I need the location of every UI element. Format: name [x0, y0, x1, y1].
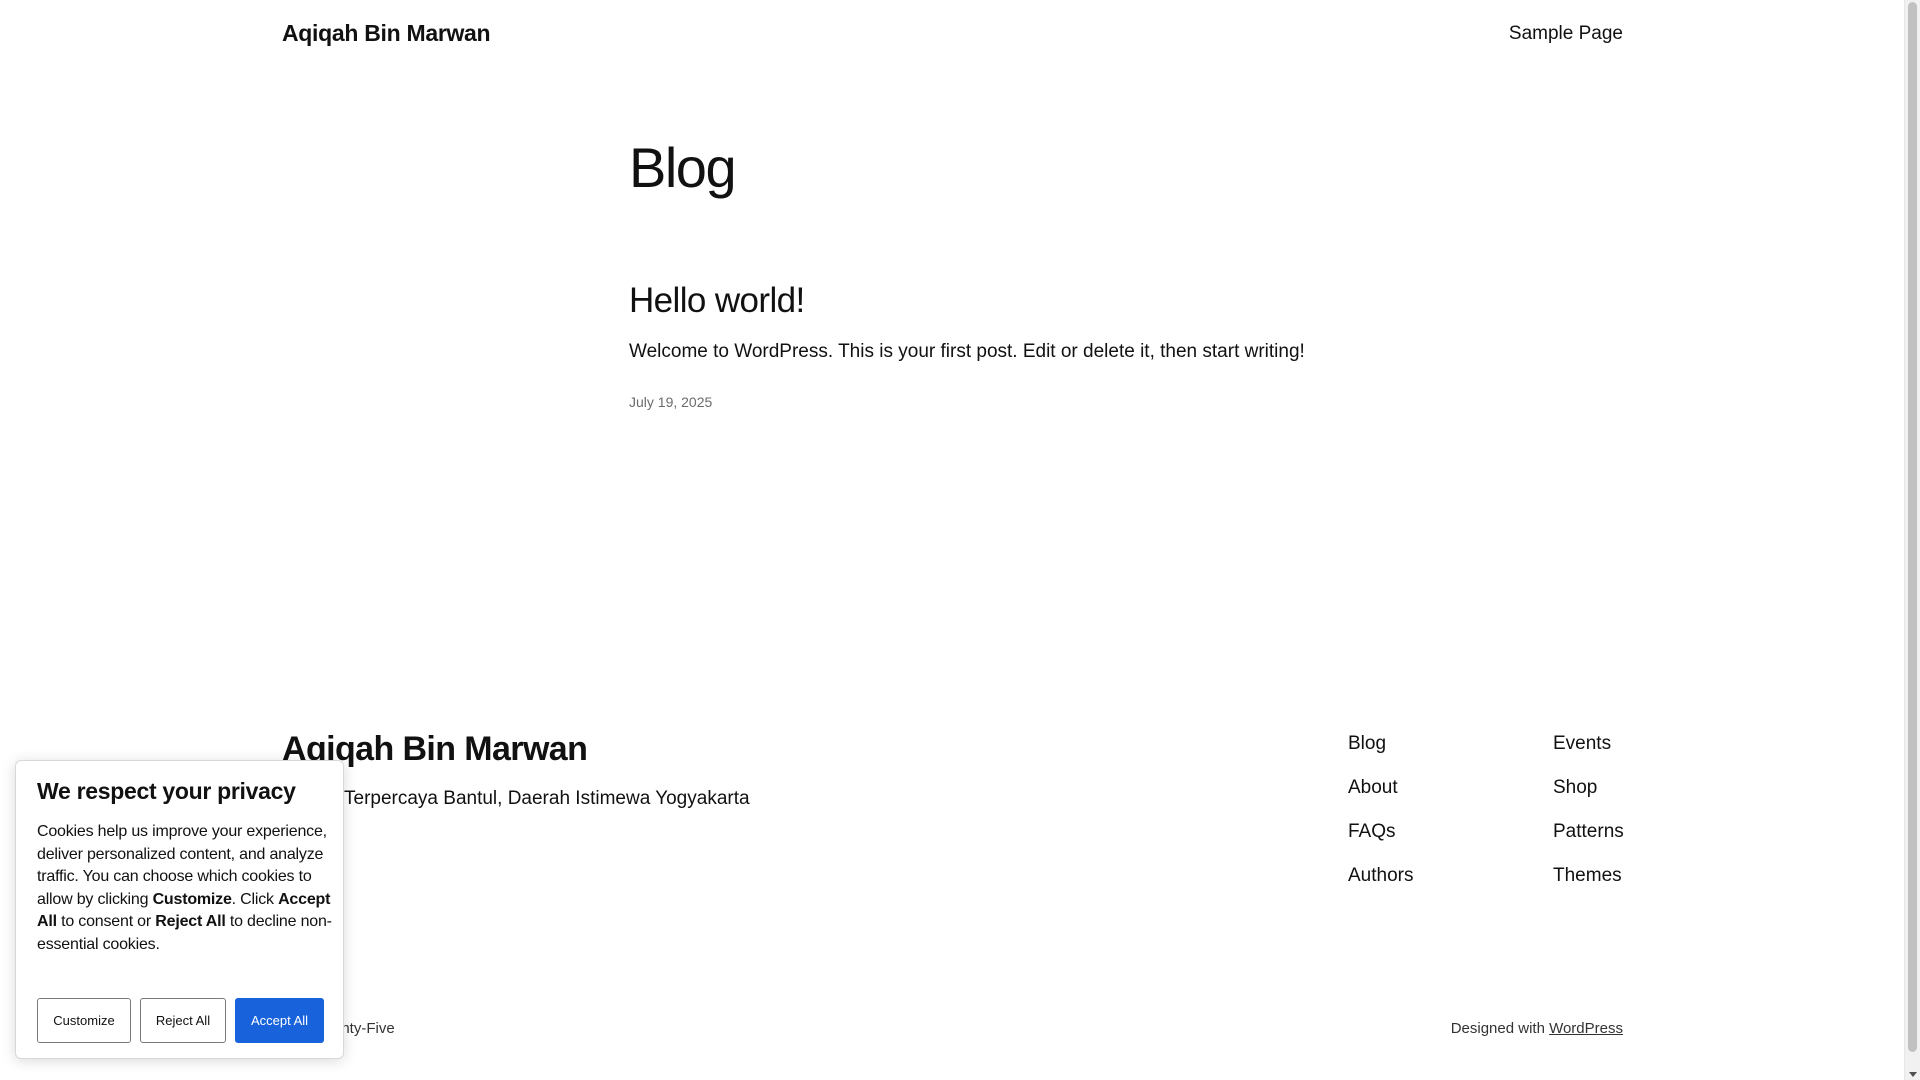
cookie-consent-banner: We respect your privacy Cookies help us … [15, 760, 344, 1059]
nav-sample-page[interactable]: Sample Page [1509, 23, 1623, 45]
page-title: Blog [629, 136, 737, 199]
footer-nav-column-1: Blog About FAQs Authors [1348, 732, 1413, 908]
cookie-banner-description: Cookies help us improve your experience,… [37, 821, 332, 956]
site-title-link[interactable]: Aqiqah Bin Marwan [282, 20, 491, 47]
footer-nav-column-2: Events Shop Patterns Themes [1553, 732, 1624, 908]
cookie-text-customize: Customize [152, 890, 232, 908]
footer-link-blog[interactable]: Blog [1348, 732, 1413, 756]
footer-tagline-text: Terpercaya Bantul, Daerah Istimewa Yogya… [344, 788, 750, 809]
post-date[interactable]: July 19, 2025 [629, 394, 712, 410]
post-excerpt: Welcome to WordPress. This is your first… [629, 341, 1305, 362]
customize-button[interactable]: Customize [37, 998, 131, 1043]
footer-tagline: Terpercaya Bantul, Daerah Istimewa Yogya… [344, 788, 750, 810]
scrollbar-thumb[interactable] [1908, 2, 1917, 1052]
designed-with-text: Designed with [1450, 1020, 1545, 1037]
page: Aqiqah Bin Marwan Sample Page Blog Hello… [0, 0, 1905, 1080]
site-header: Aqiqah Bin Marwan Sample Page [282, 0, 1623, 70]
footer-link-authors[interactable]: Authors [1348, 864, 1413, 888]
main-content: Blog Hello world! Welcome to WordPress. … [629, 130, 1309, 410]
site-footer: Aqiqah Bin Marwan Terpercaya Bantul, Dae… [282, 720, 1624, 1060]
post-title-link[interactable]: Hello world! [629, 278, 805, 324]
reject-all-button[interactable]: Reject All [140, 998, 226, 1043]
footer-link-patterns[interactable]: Patterns [1553, 820, 1624, 844]
footer-link-themes[interactable]: Themes [1553, 864, 1624, 888]
cookie-text-part-2: . Click [231, 890, 279, 908]
cookie-text-reject: Reject All [155, 913, 226, 930]
vertical-scrollbar[interactable] [1904, 0, 1920, 1080]
scroll-down-arrow-icon[interactable] [1909, 1072, 1917, 1077]
accept-all-button[interactable]: Accept All [235, 998, 324, 1043]
footer-link-faqs[interactable]: FAQs [1348, 820, 1413, 844]
wordpress-link[interactable]: WordPress [1549, 1020, 1623, 1037]
footer-link-shop[interactable]: Shop [1553, 776, 1624, 800]
footer-designed-with: Designed with WordPress [1451, 1020, 1623, 1037]
cookie-banner-title: We respect your privacy [37, 778, 296, 804]
cookie-text-part-3: to consent or [56, 913, 156, 930]
footer-link-about[interactable]: About [1348, 776, 1413, 800]
footer-link-events[interactable]: Events [1553, 732, 1624, 756]
